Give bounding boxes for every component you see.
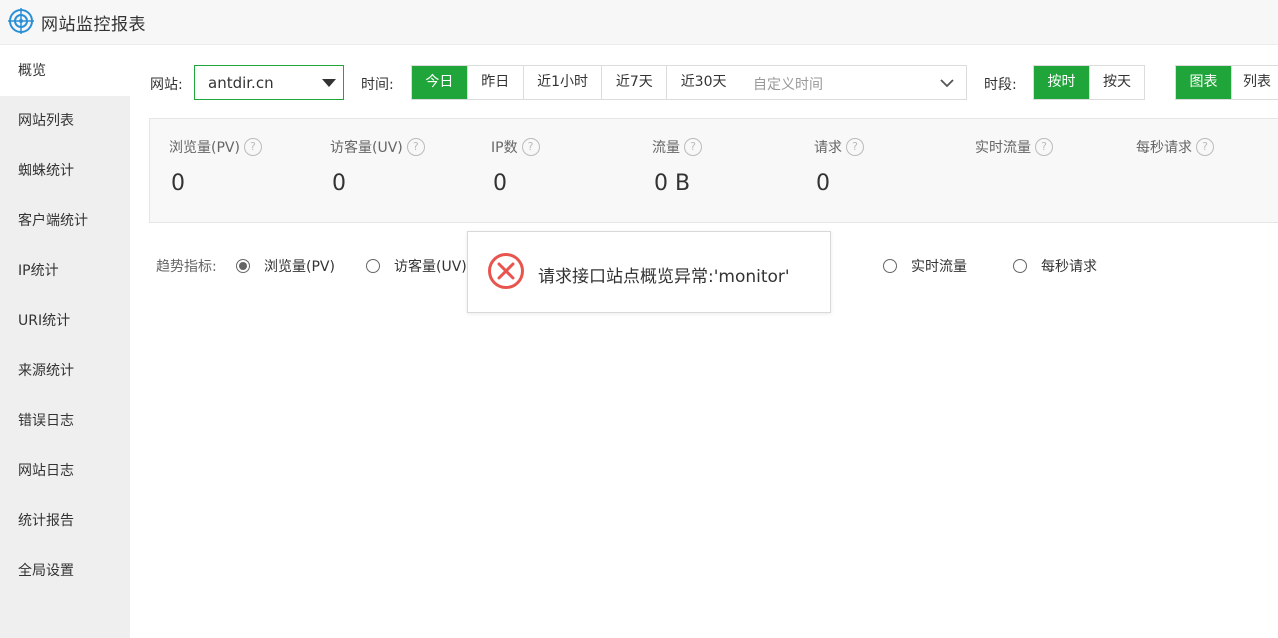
view-chart-button[interactable]: 图表 xyxy=(1176,66,1232,99)
trend-radio-requests-per-second[interactable]: 每秒请求 xyxy=(1013,256,1097,276)
site-label: 网站: xyxy=(150,77,183,93)
radio-checked-icon xyxy=(236,259,250,273)
trend-option-label: 浏览量(PV) xyxy=(264,259,335,275)
stat-realtime-traffic: 实时流量? xyxy=(975,137,1053,157)
chevron-down-icon xyxy=(940,79,954,88)
period-daily-button[interactable]: 按天 xyxy=(1090,66,1144,99)
stat-value: 0 B xyxy=(654,171,691,196)
stat-name: 实时流量 xyxy=(975,140,1031,156)
stat-pv: 浏览量(PV)? 0 xyxy=(169,137,262,196)
stat-value: 0 xyxy=(493,171,507,196)
trend-radio-uv[interactable]: 访客量(UV) xyxy=(366,256,467,276)
stat-name: 浏览量(PV) xyxy=(169,140,240,156)
stat-uv: 访客量(UV)? 0 xyxy=(330,137,425,196)
help-icon[interactable]: ? xyxy=(243,138,262,156)
view-mode-group: 图表 列表 xyxy=(1175,65,1278,100)
radio-unchecked-icon xyxy=(883,259,897,273)
error-toast: 请求接口站点概览异常:'monitor' xyxy=(467,231,831,313)
time-label: 时间: xyxy=(361,77,394,93)
sidebar-item-site-log[interactable]: 网站日志 xyxy=(0,446,130,496)
stat-ip: IP数? 0 xyxy=(491,137,540,196)
help-icon[interactable]: ? xyxy=(406,138,425,156)
radio-unchecked-icon xyxy=(1013,259,1027,273)
error-circle-icon xyxy=(488,253,524,289)
stat-requests: 请求? 0 xyxy=(814,137,864,196)
sidebar-item-spider-stats[interactable]: 蜘蛛统计 xyxy=(0,146,130,196)
stat-name: 流量 xyxy=(652,140,680,156)
time-yesterday-button[interactable]: 昨日 xyxy=(468,66,524,99)
time-today-button[interactable]: 今日 xyxy=(412,66,468,99)
stat-name: 访客量(UV) xyxy=(330,140,403,156)
stat-value: 0 xyxy=(816,171,830,196)
custom-time-placeholder: 自定义时间 xyxy=(753,77,823,93)
help-icon[interactable]: ? xyxy=(684,138,702,156)
sidebar: 概览 网站列表 蜘蛛统计 客户端统计 IP统计 URI统计 来源统计 错误日志 … xyxy=(0,46,130,638)
period-hourly-button[interactable]: 按时 xyxy=(1034,66,1090,99)
target-icon xyxy=(8,8,34,34)
error-message: 请求接口站点概览异常:'monitor' xyxy=(538,267,790,287)
help-icon[interactable]: ? xyxy=(1035,138,1053,156)
radio-unchecked-icon xyxy=(366,259,380,273)
help-icon[interactable]: ? xyxy=(1196,138,1214,156)
time-range-group: 今日 昨日 近1小时 近7天 近30天 xyxy=(411,65,741,100)
trend-radio-pv[interactable]: 浏览量(PV) xyxy=(236,256,335,276)
stat-name: IP数 xyxy=(491,140,518,156)
view-list-button[interactable]: 列表 xyxy=(1232,66,1278,99)
help-icon[interactable]: ? xyxy=(846,138,864,156)
stat-name: 每秒请求 xyxy=(1136,140,1192,156)
stat-value: 0 xyxy=(332,171,346,196)
help-icon[interactable]: ? xyxy=(521,138,540,156)
trend-option-label: 访客量(UV) xyxy=(394,259,467,275)
caret-down-icon xyxy=(322,79,336,87)
app-title: 网站监控报表 xyxy=(41,15,146,35)
title-bar: 网站监控报表 xyxy=(0,0,1278,45)
stat-traffic: 流量? 0 B xyxy=(652,137,702,196)
trend-radio-realtime-traffic[interactable]: 实时流量 xyxy=(883,256,967,276)
sidebar-item-client-stats[interactable]: 客户端统计 xyxy=(0,196,130,246)
stats-panel: 浏览量(PV)? 0 访客量(UV)? 0 IP数? 0 流量? 0 B 请求?… xyxy=(149,118,1278,223)
sidebar-item-site-list[interactable]: 网站列表 xyxy=(0,96,130,146)
time-last-30-days-button[interactable]: 近30天 xyxy=(667,66,741,99)
sidebar-item-ip-stats[interactable]: IP统计 xyxy=(0,246,130,296)
stat-value: 0 xyxy=(171,171,185,196)
stat-name: 请求 xyxy=(814,140,842,156)
site-select-value: antdir.cn xyxy=(208,74,274,92)
trend-option-label: 实时流量 xyxy=(911,259,967,275)
site-select[interactable]: antdir.cn xyxy=(194,65,344,100)
sidebar-item-uri-stats[interactable]: URI统计 xyxy=(0,296,130,346)
sidebar-item-error-log[interactable]: 错误日志 xyxy=(0,396,130,446)
period-label: 时段: xyxy=(984,77,1017,93)
time-last-hour-button[interactable]: 近1小时 xyxy=(524,66,603,99)
custom-time-picker[interactable]: 自定义时间 xyxy=(740,65,967,100)
sidebar-item-source-stats[interactable]: 来源统计 xyxy=(0,346,130,396)
time-last-7-days-button[interactable]: 近7天 xyxy=(602,66,668,99)
trend-label: 趋势指标: xyxy=(156,259,217,275)
sidebar-item-global-settings[interactable]: 全局设置 xyxy=(0,546,130,596)
sidebar-item-stats-report[interactable]: 统计报告 xyxy=(0,496,130,546)
sidebar-item-overview[interactable]: 概览 xyxy=(0,46,130,96)
trend-option-label: 每秒请求 xyxy=(1041,259,1097,275)
stat-requests-per-second: 每秒请求? xyxy=(1136,137,1214,157)
period-group: 按时 按天 xyxy=(1033,65,1145,100)
